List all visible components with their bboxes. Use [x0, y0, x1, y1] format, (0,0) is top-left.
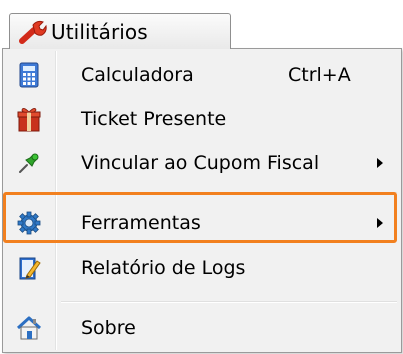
menu-item-calculadora[interactable]: Calculadora Ctrl+A	[5, 55, 399, 95]
menu-gutter-divider	[55, 51, 56, 350]
gear-icon	[5, 203, 53, 243]
menu-item-ferramentas[interactable]: Ferramentas	[5, 203, 399, 243]
home-icon	[5, 308, 53, 348]
menu-item-label: Vincular ao Cupom Fiscal	[81, 152, 320, 174]
menu-item-shortcut: Ctrl+A	[288, 64, 351, 86]
menu-item-vincular-cupom-fiscal[interactable]: Vincular ao Cupom Fiscal	[5, 143, 399, 183]
menu-separator	[61, 301, 397, 302]
menu-utilitarios-tab[interactable]: Utilitários	[9, 13, 231, 49]
menu-item-label: Relatório de Logs	[81, 257, 246, 279]
menu-item-label: Ferramentas	[81, 212, 201, 234]
menu-item-label: Calculadora	[81, 64, 194, 86]
submenu-arrow-icon	[377, 218, 383, 228]
menu-separator	[61, 192, 397, 193]
gift-icon	[5, 99, 53, 139]
menu-item-label: Ticket Presente	[81, 108, 227, 130]
menu-item-relatorio-de-logs[interactable]: Relatório de Logs	[5, 248, 399, 288]
menu-item-sobre[interactable]: Sobre	[5, 308, 399, 348]
screen: Utilitários Calculadora Ctrl+A Ticket Pr…	[0, 0, 403, 354]
menu-item-ticket-presente[interactable]: Ticket Presente	[5, 99, 399, 139]
pushpin-icon	[5, 143, 53, 183]
menu-tab-label: Utilitários	[51, 19, 148, 44]
notepad-pencil-icon	[5, 248, 53, 288]
wrench-icon	[17, 17, 49, 47]
submenu-arrow-icon	[377, 158, 383, 168]
utilitarios-dropdown-menu: Calculadora Ctrl+A Ticket Presente Vincu…	[2, 48, 402, 353]
menu-item-label: Sobre	[81, 317, 136, 339]
calculator-icon	[5, 55, 53, 95]
